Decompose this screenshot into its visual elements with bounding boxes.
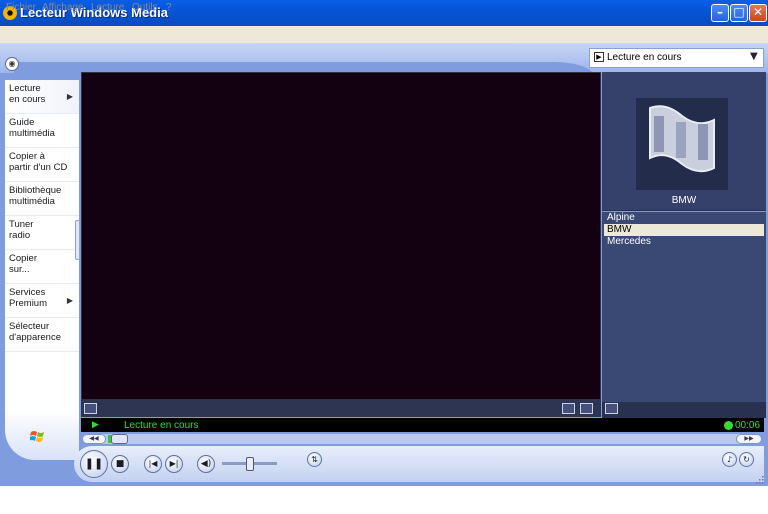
- seek-thumb[interactable]: [111, 434, 128, 444]
- sidebar-item-label-line1: Guide: [9, 117, 35, 128]
- features-taskbar: Lecture en cours ▶ Guide multimédia Copier àp…: [5, 80, 79, 460]
- now-playing-dropdown-label: Lecture en cours: [607, 52, 682, 63]
- chevron-down-icon[interactable]: ▼: [750, 51, 758, 62]
- status-text: Lecture en cours: [124, 420, 199, 431]
- playlist-item[interactable]: Alpine: [604, 212, 764, 224]
- play-status-icon: ▶: [92, 420, 99, 430]
- fast-forward-button[interactable]: ▶▶: [736, 434, 762, 444]
- sidebar-item-label-line1: Bibliothèque: [9, 185, 62, 196]
- close-button[interactable]: ✕: [749, 4, 767, 22]
- sidebar-item-label-line2: multimédia: [9, 128, 55, 139]
- sidebar-item[interactable]: Sélecteur d'apparence: [5, 318, 79, 352]
- view-toggle-button[interactable]: [84, 403, 97, 414]
- chevron-right-icon: ▶: [66, 92, 73, 101]
- pause-button[interactable]: ❚❚: [80, 450, 108, 478]
- album-title: BMW: [671, 195, 697, 206]
- menu-play[interactable]: Lecture: [91, 2, 124, 13]
- mute-button[interactable]: ◀): [197, 455, 215, 473]
- volume-thumb[interactable]: [245, 457, 254, 471]
- visualization-button[interactable]: [562, 403, 575, 414]
- playlist-item[interactable]: BMW: [604, 224, 764, 236]
- playlist-options-button[interactable]: [605, 403, 618, 414]
- chevron-right-icon: ▶: [66, 296, 73, 305]
- sidebar-item-label-line2: d'apparence: [9, 332, 61, 343]
- next-button[interactable]: ▶|: [165, 455, 183, 473]
- taskbar-toggle-button[interactable]: ◉: [5, 57, 19, 71]
- stop-button[interactable]: ■: [111, 455, 129, 473]
- taskbar-collapse-handle[interactable]: [75, 220, 80, 260]
- sidebar-item-label-line2: radio: [9, 230, 31, 241]
- menu-file[interactable]: Fichier: [6, 2, 36, 13]
- shuffle-button[interactable]: ♪: [722, 452, 737, 467]
- sidebar-item-label-line1: Tuner: [9, 219, 34, 230]
- sidebar-item-label-line1: Copier: [9, 253, 37, 264]
- repeat-button[interactable]: ↻: [739, 452, 754, 467]
- menu-bar: [0, 26, 768, 43]
- elapsed-time: 00:06: [735, 420, 761, 431]
- resize-grip-icon[interactable]: [754, 474, 764, 484]
- sidebar-item-label-line2: sur...: [9, 264, 30, 275]
- sidebar-item[interactable]: Guide multimédia: [5, 114, 79, 148]
- playlist-item[interactable]: Mercedes: [604, 236, 764, 248]
- minimize-button[interactable]: –: [711, 4, 729, 22]
- windows-logo-icon: [30, 431, 44, 442]
- sidebar-item[interactable]: Services Premium ▶: [5, 284, 79, 318]
- sidebar-item[interactable]: Lecture en cours ▶: [5, 80, 79, 114]
- fullscreen-button[interactable]: [580, 403, 593, 414]
- seek-bar[interactable]: [82, 434, 762, 444]
- sidebar-item-label-line2: multimédia: [9, 196, 55, 207]
- sidebar-item[interactable]: Bibliothèque multimédia: [5, 182, 79, 216]
- sidebar-item[interactable]: Copier à partir d'un CD: [5, 148, 79, 182]
- now-playing-icon: ▶: [594, 52, 604, 62]
- previous-button[interactable]: |◀: [144, 455, 162, 473]
- video-toolbar: [81, 400, 601, 417]
- sidebar-item-label-line1: Copier à: [9, 151, 45, 162]
- compact-mode-button[interactable]: ⇅: [307, 452, 322, 467]
- clock-icon: [724, 421, 733, 430]
- menu-view[interactable]: Affichage: [42, 2, 84, 13]
- sidebar-item-label-line2: partir d'un CD: [9, 162, 68, 173]
- video-display[interactable]: [81, 72, 601, 400]
- menu-help[interactable]: ?: [166, 2, 172, 13]
- film-strip-icon: [636, 98, 728, 190]
- menu-tools[interactable]: Outils: [132, 2, 158, 13]
- sidebar-item-label-line1: Sélecteur: [9, 321, 50, 332]
- maximize-button[interactable]: □: [730, 4, 748, 22]
- sidebar-item[interactable]: Copier sur...: [5, 250, 79, 284]
- sidebar-item[interactable]: Tuner radio: [5, 216, 79, 250]
- rewind-button[interactable]: ◀◀: [82, 434, 106, 444]
